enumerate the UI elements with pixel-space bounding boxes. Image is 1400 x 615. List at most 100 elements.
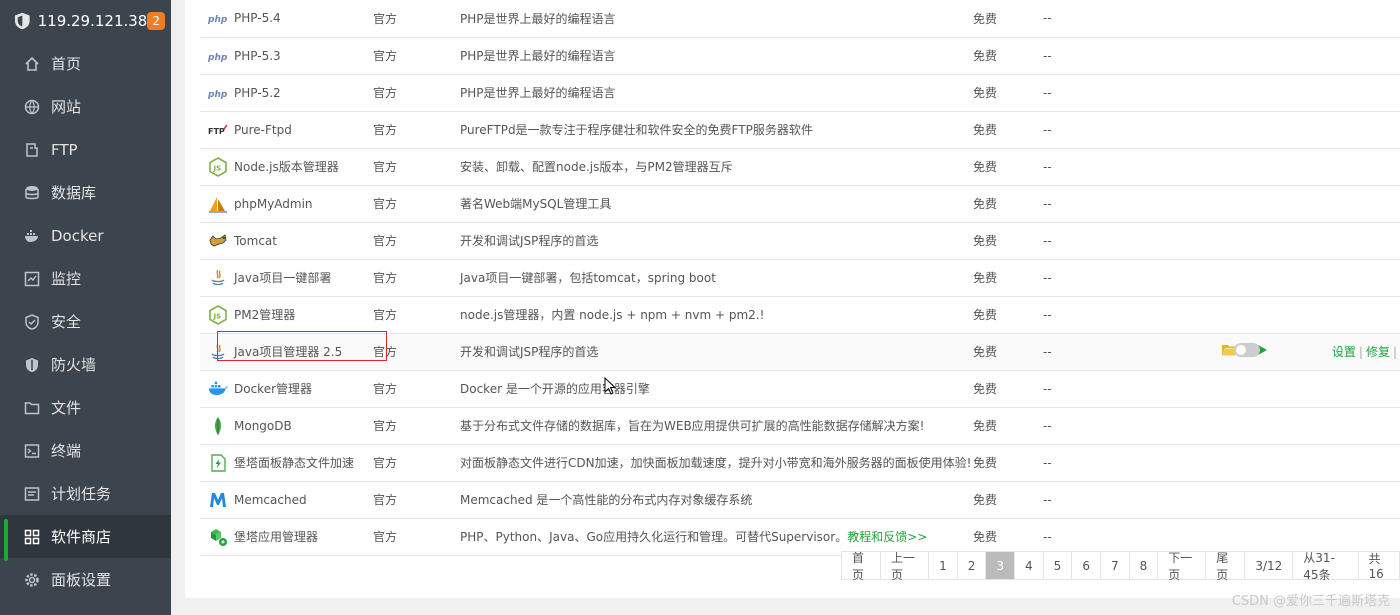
software-expire: -- bbox=[1043, 370, 1143, 408]
desc-text: Memcached 是一个高性能的分布式内存对象缓存系统 bbox=[460, 493, 753, 507]
software-name[interactable]: 堡塔面板静态文件加速 bbox=[234, 454, 354, 471]
software-price: 免费 bbox=[973, 407, 1043, 445]
sidebar-item-label: 防火墙 bbox=[51, 356, 97, 374]
php-icon: php bbox=[208, 8, 228, 28]
software-name[interactable]: 堡塔应用管理器 bbox=[234, 528, 318, 545]
software-name[interactable]: PM2管理器 bbox=[234, 306, 295, 323]
table-row: phpMyAdmin 官方 著名Web端MySQL管理工具 免费 -- bbox=[200, 185, 1400, 223]
software-expire: -- bbox=[1043, 333, 1143, 371]
sidebar-item-6[interactable]: 安全 bbox=[0, 300, 171, 343]
page-range: 从31-45条 bbox=[1292, 551, 1359, 582]
svg-text:php: php bbox=[208, 15, 228, 25]
software-type: 官方 bbox=[373, 444, 460, 482]
homepage-toggle[interactable] bbox=[1233, 343, 1260, 357]
sidebar-item-label: 面板设置 bbox=[51, 571, 112, 589]
desc-text: PHP是世界上最好的编程语言 bbox=[460, 11, 616, 26]
page-prev[interactable]: 上一页 bbox=[880, 551, 930, 582]
sidebar-item-label: FTP bbox=[51, 140, 78, 159]
software-expire: -- bbox=[1043, 259, 1143, 297]
page-next[interactable]: 下一页 bbox=[1157, 551, 1207, 582]
main-content: php PHP-5.4 官方 PHP是世界上最好的编程语言 免费 -- php PHP-5.3… bbox=[171, 0, 1400, 615]
page-3-current[interactable]: 3 bbox=[985, 551, 1016, 580]
watermark: CSDN @爱你三千遍斯塔克 bbox=[1231, 594, 1390, 609]
table-row: MongoDB 官方 基于分布式文件存储的数据库，旨在为WEB应用提供可扩展的高性能… bbox=[200, 407, 1400, 445]
page-last[interactable]: 尾页 bbox=[1205, 551, 1246, 582]
page-4[interactable]: 4 bbox=[1014, 551, 1044, 580]
sidebar-item-4[interactable]: Docker bbox=[0, 214, 171, 257]
software-name[interactable]: Node.js版本管理器 bbox=[234, 158, 339, 175]
software-name[interactable]: phpMyAdmin bbox=[234, 197, 313, 211]
speed-icon bbox=[208, 453, 228, 473]
sidebar-item-8[interactable]: 文件 bbox=[0, 386, 171, 429]
software-price: 免费 bbox=[973, 111, 1043, 149]
software-type: 官方 bbox=[373, 518, 460, 556]
table-row: JS PM2管理器 官方 node.js管理器，内置 node.js + npm + … bbox=[200, 296, 1400, 334]
ftp-logo-icon: FTP bbox=[208, 120, 228, 140]
svg-text:FTP: FTP bbox=[208, 127, 225, 136]
page-6[interactable]: 6 bbox=[1071, 551, 1101, 580]
software-name[interactable]: Java项目管理器 2.5 bbox=[234, 343, 342, 360]
sidebar: 119.29.121.38 2 首页 网站 FTP 数据库 Docker 监控 安全防火墙文… bbox=[0, 0, 171, 615]
sidebar-item-1[interactable]: 网站 bbox=[0, 85, 171, 128]
pagination: 首页 上一页 1 2 3 4 5 6 7 8 下一页 尾页 3/12 从31-4… bbox=[841, 551, 1400, 582]
page-7[interactable]: 7 bbox=[1099, 551, 1130, 580]
software-name[interactable]: Tomcat bbox=[234, 234, 277, 248]
ops-separator: | bbox=[1358, 345, 1363, 359]
software-type: 官方 bbox=[373, 185, 460, 223]
software-name[interactable]: PHP-5.3 bbox=[234, 49, 281, 63]
table-row: Java项目管理器 2.5 官方 开发和调试JSP程序的首选 免费 -- 设置 | 修复 | bbox=[200, 333, 1400, 371]
svg-text:php: php bbox=[208, 90, 228, 100]
software-price: 免费 bbox=[973, 518, 1043, 556]
docker-icon bbox=[24, 228, 40, 244]
software-name[interactable]: Docker管理器 bbox=[234, 380, 312, 397]
page-8[interactable]: 8 bbox=[1128, 551, 1159, 580]
software-name[interactable]: Java项目一键部署 bbox=[234, 269, 331, 286]
software-expire: -- bbox=[1043, 296, 1143, 334]
sidebar-item-0[interactable]: 首页 bbox=[0, 42, 171, 85]
software-name[interactable]: Pure-Ftpd bbox=[234, 123, 292, 137]
software-name[interactable]: PHP-5.2 bbox=[234, 86, 281, 100]
feedback-link[interactable]: 教程和反馈>> bbox=[847, 530, 927, 544]
sidebar-item-label: 计划任务 bbox=[51, 485, 112, 503]
sidebar-item-3[interactable]: 数据库 bbox=[0, 171, 171, 214]
server-header[interactable]: 119.29.121.38 2 bbox=[0, 0, 171, 42]
page-2[interactable]: 2 bbox=[956, 551, 987, 580]
software-type: 官方 bbox=[373, 0, 460, 38]
terminal-icon bbox=[24, 443, 40, 459]
sidebar-item-2[interactable]: FTP bbox=[0, 128, 171, 171]
table-row: JS Node.js版本管理器 官方 安装、卸载、配置node.js版本，与PM2管理… bbox=[200, 148, 1400, 186]
clock-icon bbox=[24, 486, 40, 502]
page-total: 共16 bbox=[1357, 551, 1400, 581]
sidebar-item-10[interactable]: 计划任务 bbox=[0, 472, 171, 515]
sidebar-item-12[interactable]: 面板设置 bbox=[0, 558, 171, 601]
software-name[interactable]: Memcached bbox=[234, 493, 307, 507]
server-shield-icon bbox=[15, 12, 30, 30]
page-5[interactable]: 5 bbox=[1042, 551, 1073, 580]
sidebar-item-7[interactable]: 防火墙 bbox=[0, 343, 171, 386]
page-1[interactable]: 1 bbox=[928, 551, 958, 580]
firewall-icon bbox=[24, 357, 40, 373]
memcached-icon bbox=[208, 490, 228, 510]
software-panel: php PHP-5.4 官方 PHP是世界上最好的编程语言 免费 -- php PHP-5.3… bbox=[185, 0, 1400, 598]
page-first[interactable]: 首页 bbox=[841, 551, 882, 582]
tomcat-icon bbox=[208, 231, 228, 251]
notification-badge[interactable]: 2 bbox=[147, 12, 165, 30]
settings-link[interactable]: 设置 bbox=[1332, 345, 1356, 359]
java-icon bbox=[208, 342, 228, 362]
sidebar-item-5[interactable]: 监控 bbox=[0, 257, 171, 300]
repair-link[interactable]: 修复 bbox=[1366, 345, 1390, 359]
desc-text: Java项目一键部署，包括tomcat，spring boot bbox=[460, 271, 716, 285]
software-expire: -- bbox=[1043, 0, 1143, 38]
software-type: 官方 bbox=[373, 148, 460, 186]
software-price: 免费 bbox=[973, 370, 1043, 408]
desc-text: Docker 是一个开源的应用容器引擎 bbox=[460, 382, 650, 396]
svg-text:JS: JS bbox=[213, 312, 222, 320]
sidebar-item-11[interactable]: 软件商店 bbox=[0, 515, 171, 561]
table-row: Tomcat 官方 开发和调试JSP程序的首选 免费 -- bbox=[200, 222, 1400, 260]
software-name[interactable]: PHP-5.4 bbox=[234, 11, 281, 25]
desc-text: 对面板静态文件进行CDN加速，加快面板加载速度，提升对小带宽和海外服务器的面板使… bbox=[460, 456, 972, 470]
software-name[interactable]: MongoDB bbox=[234, 419, 292, 433]
page-info: 3/12 bbox=[1244, 551, 1294, 580]
mouse-cursor-icon bbox=[604, 377, 616, 395]
sidebar-item-9[interactable]: 终端 bbox=[0, 429, 171, 472]
